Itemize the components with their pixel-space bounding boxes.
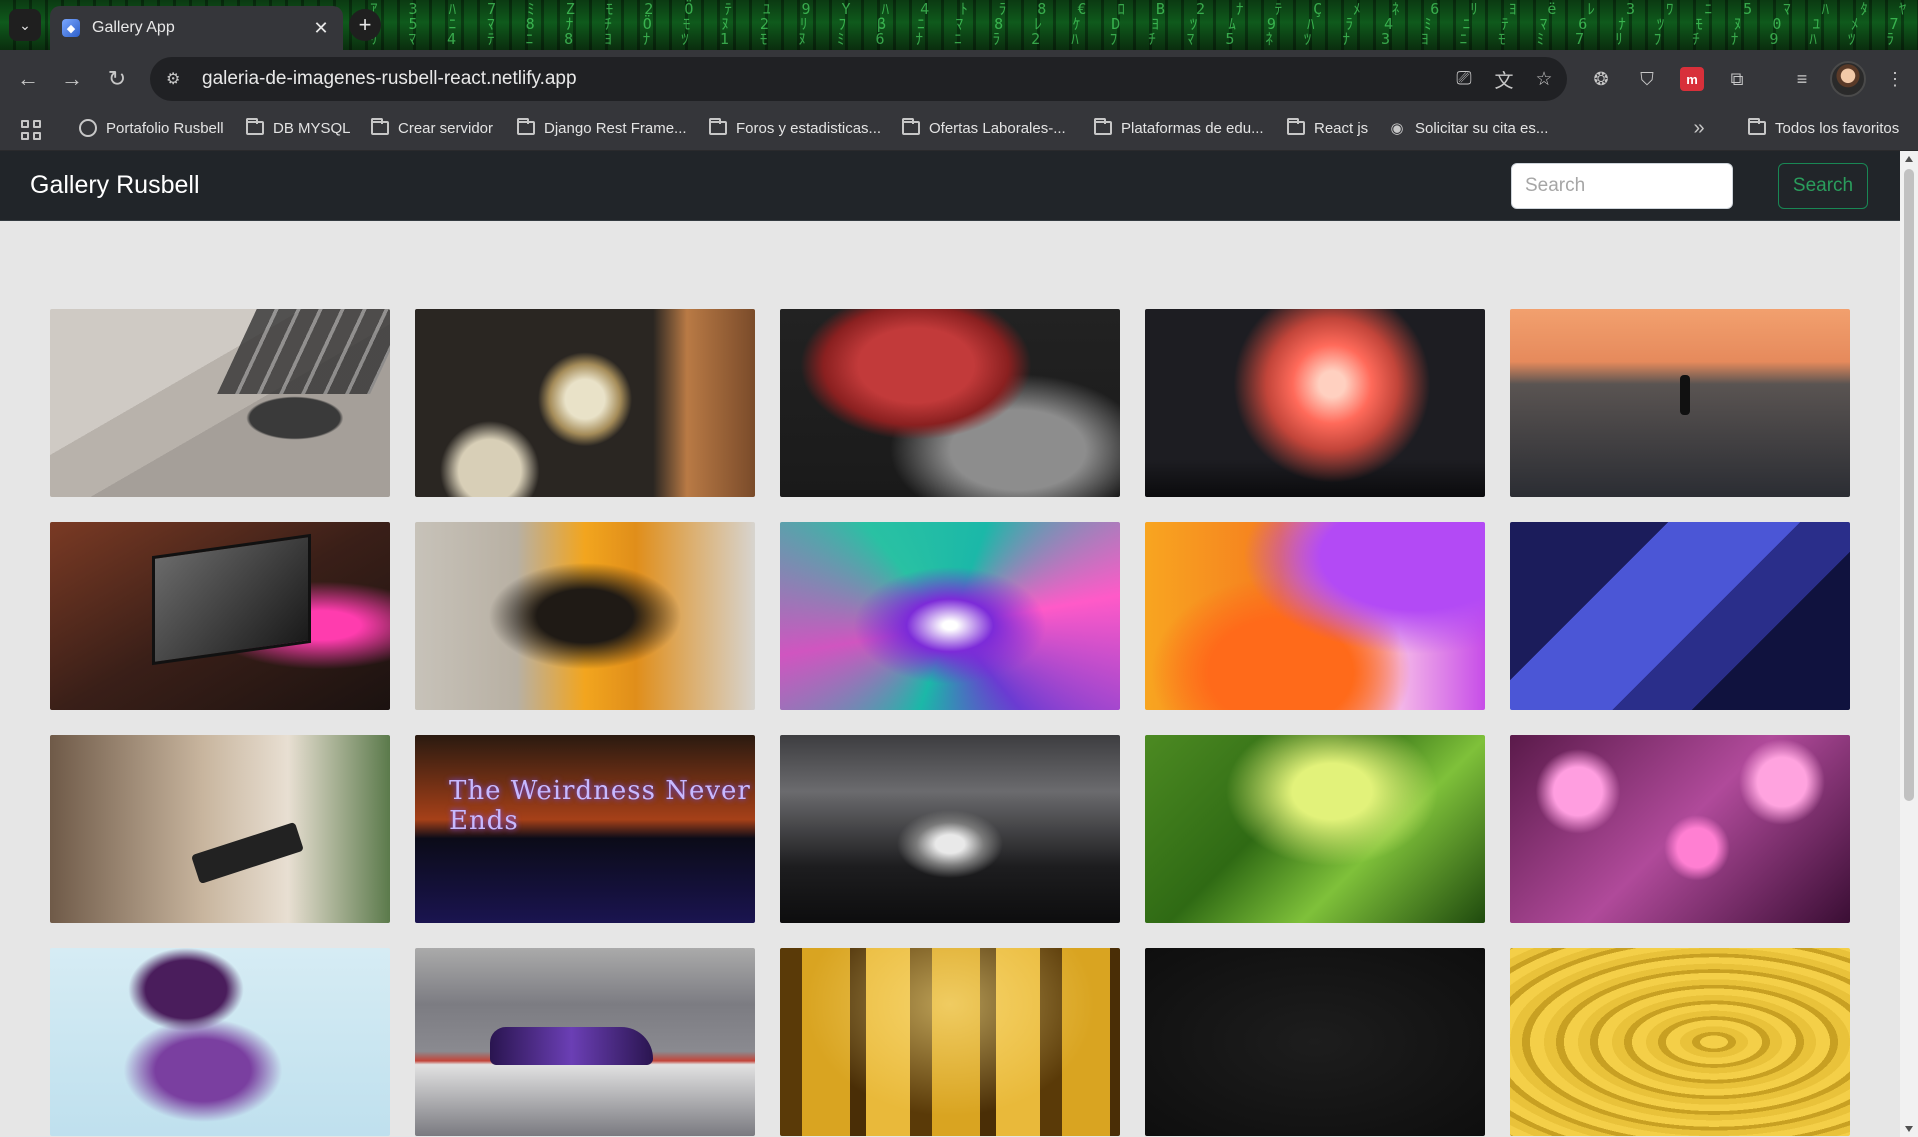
bookmark-react[interactable]: React js xyxy=(1287,118,1369,137)
folder-icon xyxy=(709,118,727,135)
bookmark-label: Todos los favoritos xyxy=(1775,119,1900,137)
scroll-down-arrow-icon[interactable] xyxy=(1905,1126,1913,1132)
folder-icon xyxy=(1748,118,1766,135)
seal-icon: ◉ xyxy=(1390,120,1404,137)
gallery-image[interactable] xyxy=(1145,948,1485,1136)
bookmark-label: DB MYSQL xyxy=(273,119,351,137)
extension-spiral-icon[interactable]: ❂ xyxy=(1587,65,1615,93)
all-bookmarks-folder[interactable]: Todos los favoritos xyxy=(1748,118,1900,137)
bookmark-portafolio[interactable]: Portafolio Rusbell xyxy=(79,119,224,137)
folder-icon xyxy=(1287,118,1305,135)
profile-avatar[interactable] xyxy=(1830,61,1866,97)
bookmark-label: Django Rest Frame... xyxy=(544,119,687,137)
bookmark-plataformas[interactable]: Plataformas de edu... xyxy=(1094,118,1264,137)
gallery-image[interactable] xyxy=(780,735,1120,923)
new-tab-button[interactable]: + xyxy=(349,9,381,41)
bookmarks-bar: Portafolio Rusbell DB MYSQL Crear servid… xyxy=(0,108,1918,151)
bookmark-star-icon[interactable]: ☆ xyxy=(1527,62,1561,96)
bookmark-solicitar-cita[interactable]: ◉ Solicitar su cita es... xyxy=(1388,119,1549,138)
search-input[interactable] xyxy=(1511,163,1733,209)
gallery-image[interactable] xyxy=(1145,309,1485,497)
scrollbar-thumb[interactable] xyxy=(1904,169,1914,801)
page-scrollbar[interactable] xyxy=(1900,151,1918,1137)
gallery-image[interactable] xyxy=(50,309,390,497)
bookmark-crear-servidor[interactable]: Crear servidor xyxy=(371,118,494,137)
address-url[interactable]: galeria-de-imagenes-rusbell-react.netlif… xyxy=(202,68,1447,90)
gallery-image[interactable] xyxy=(50,522,390,710)
reload-icon[interactable]: ↻ xyxy=(102,64,132,94)
browser-toolbar: ← → ↻ ⚙ galeria-de-imagenes-rusbell-reac… xyxy=(0,50,1918,108)
bookmark-foros[interactable]: Foros y estadisticas... xyxy=(709,118,882,137)
gallery-image[interactable] xyxy=(1510,309,1850,497)
apps-grid-icon[interactable] xyxy=(21,120,41,140)
address-bar[interactable]: ⚙ galeria-de-imagenes-rusbell-react.netl… xyxy=(150,57,1567,101)
tab-search-button[interactable]: ⌄ xyxy=(9,9,41,41)
gallery-image[interactable] xyxy=(415,522,755,710)
gallery-image[interactable] xyxy=(780,309,1120,497)
gallery-image[interactable] xyxy=(50,735,390,923)
extensions-puzzle-icon[interactable]: ⧉ xyxy=(1723,65,1751,93)
bookmark-label: Portafolio Rusbell xyxy=(106,119,224,137)
install-app-icon[interactable]: ⎚ xyxy=(1447,62,1481,96)
folder-icon xyxy=(902,118,920,135)
gallery-image[interactable] xyxy=(415,735,755,923)
site-info-icon[interactable]: ⚙ xyxy=(166,69,190,89)
bookmark-label: Solicitar su cita es... xyxy=(1415,119,1549,137)
gallery-image[interactable] xyxy=(1145,522,1485,710)
bookmark-ofertas[interactable]: Ofertas Laborales-... xyxy=(902,118,1066,137)
close-icon[interactable]: ✕ xyxy=(311,18,331,39)
matrix-wallpaper: ｱ 3 ﾊ 7 ﾐ Z ﾓ 2 Ö ﾃ ﾕ 9 Y ﾊ 4 ﾄ ﾗ 8 € ﾛ … xyxy=(370,0,1918,48)
chevron-down-icon: ⌄ xyxy=(19,16,31,33)
gallery-image[interactable] xyxy=(50,948,390,1136)
tab-title: Gallery App xyxy=(92,19,175,36)
more-bookmarks-icon[interactable]: » xyxy=(1690,117,1717,139)
bookmark-label: Crear servidor xyxy=(398,119,494,137)
extension-shield-icon[interactable]: ⛉ xyxy=(1633,65,1661,93)
translate-icon[interactable]: 文 xyxy=(1487,62,1521,96)
tab-gallery-app[interactable]: ◆ Gallery App ✕ xyxy=(50,6,343,50)
bookmark-label: React js xyxy=(1314,119,1369,137)
gallery-image[interactable] xyxy=(1510,735,1850,923)
gallery-image[interactable] xyxy=(780,522,1120,710)
bookmark-label: Foros y estadisticas... xyxy=(736,119,882,137)
folder-icon xyxy=(1094,118,1112,135)
folder-icon xyxy=(371,118,389,135)
app-navbar: Gallery Rusbell Search xyxy=(0,151,1900,221)
gallery-image[interactable] xyxy=(1510,522,1850,710)
kebab-menu-icon[interactable]: ⋮ xyxy=(1881,65,1909,93)
tab-strip: ｱ 3 ﾊ 7 ﾐ Z ﾓ 2 Ö ﾃ ﾕ 9 Y ﾊ 4 ﾄ ﾗ 8 € ﾛ … xyxy=(0,0,1918,50)
bookmark-label: Ofertas Laborales-... xyxy=(929,119,1066,137)
gallery-image[interactable] xyxy=(415,309,755,497)
search-button[interactable]: Search xyxy=(1778,163,1868,209)
folder-icon xyxy=(517,118,535,135)
forward-icon[interactable]: → xyxy=(57,64,87,94)
gallery-image[interactable] xyxy=(780,948,1120,1136)
bookmark-db-mysql[interactable]: DB MYSQL xyxy=(246,118,351,137)
image-gallery xyxy=(50,309,1850,1136)
media-controls-icon[interactable]: ≡ xyxy=(1788,65,1816,93)
back-icon[interactable]: ← xyxy=(13,64,43,94)
gallery-image[interactable] xyxy=(415,948,755,1136)
extension-red-m-icon[interactable]: m xyxy=(1680,67,1704,91)
plus-icon: + xyxy=(358,12,372,37)
bookmark-django[interactable]: Django Rest Frame... xyxy=(517,118,687,137)
gallery-favicon-icon: ◆ xyxy=(62,19,80,37)
bookmark-label: Plataformas de edu... xyxy=(1121,119,1264,137)
page-viewport: Gallery Rusbell Search xyxy=(0,151,1900,1137)
gallery-image[interactable] xyxy=(1145,735,1485,923)
gallery-image[interactable] xyxy=(1510,948,1850,1136)
scroll-up-arrow-icon[interactable] xyxy=(1905,156,1913,162)
globe-icon xyxy=(79,119,97,137)
brand-title[interactable]: Gallery Rusbell xyxy=(30,171,200,200)
folder-icon xyxy=(246,118,264,135)
